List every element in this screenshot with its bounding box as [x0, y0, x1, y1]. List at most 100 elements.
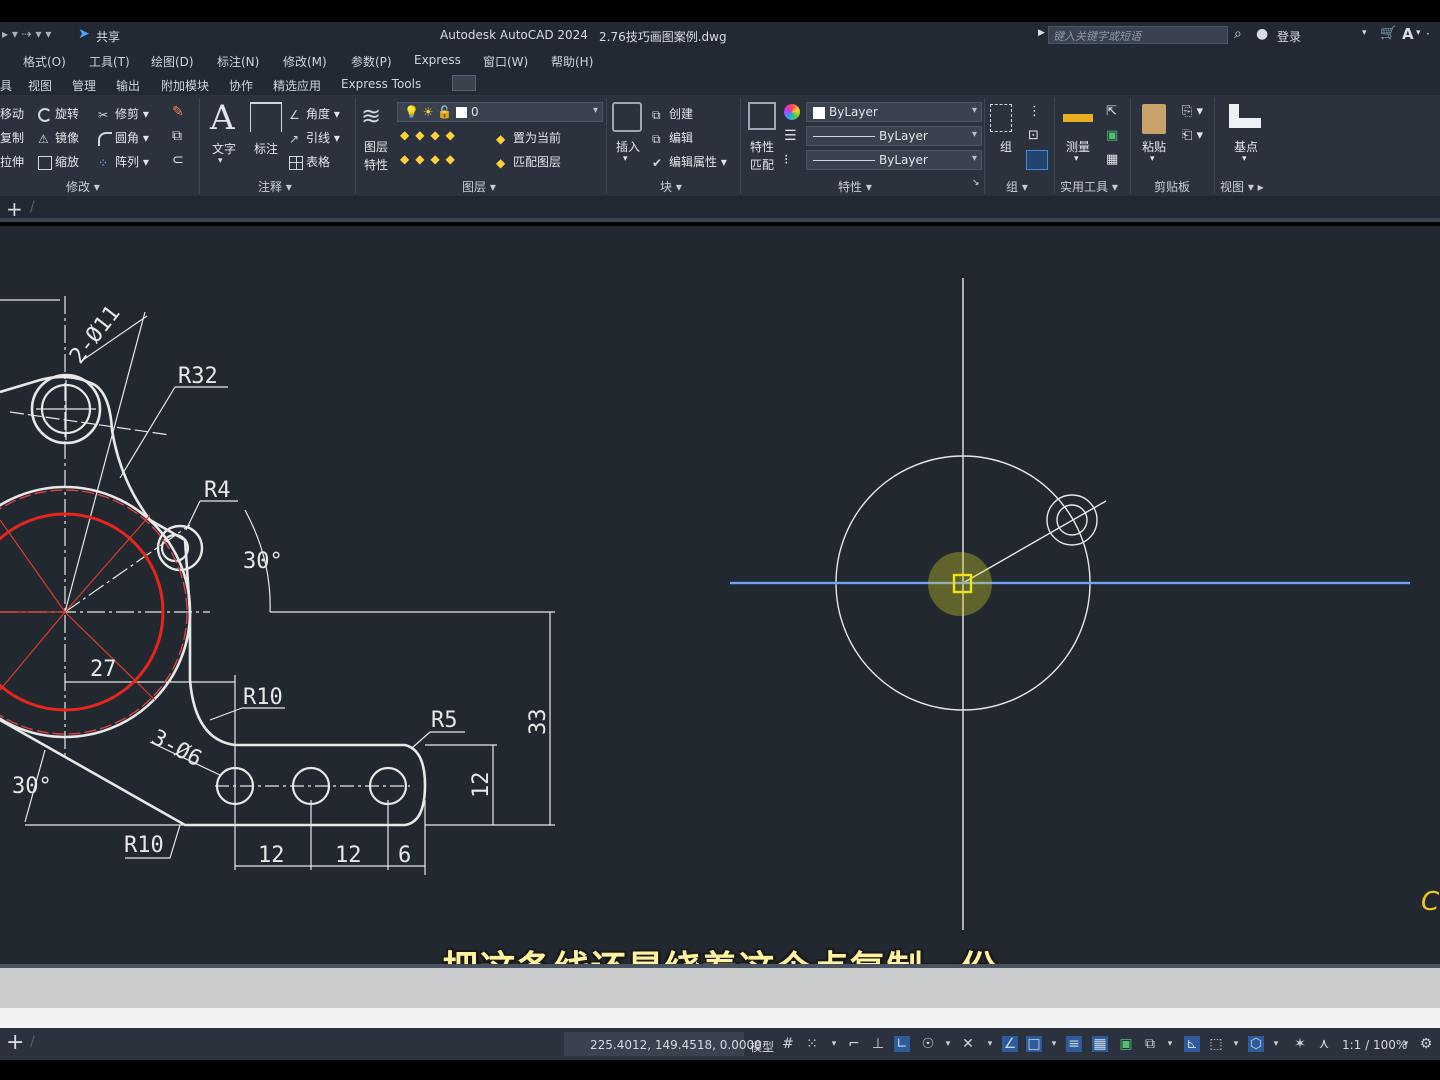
paste-button[interactable]: 粘贴 [1142, 138, 1166, 155]
copy-clip-icon[interactable]: ⧉ [172, 128, 182, 144]
linetype-dropdown[interactable]: ByLayer ▾ [806, 150, 982, 170]
linetype-icon[interactable]: ⁝ [784, 152, 788, 168]
offset-icon[interactable]: ⊂ [172, 152, 184, 168]
layer-tools-row1-icon[interactable]: ◆◆◆◆ [400, 128, 461, 142]
tab-tools[interactable]: 具 [0, 77, 12, 94]
drawing-svg[interactable]: 2-Ø11 R32 R4 30° 27 R10 R5 33 3-Ø6 12 30… [0, 226, 1440, 964]
panel-title-annotation[interactable]: 注释 ▾ [258, 178, 292, 195]
measure-icon[interactable] [1063, 114, 1093, 122]
base-view-icon[interactable] [1229, 104, 1261, 128]
menu-tools[interactable]: 工具(T) [89, 53, 130, 70]
layer-dropdown[interactable]: 💡 ☀ 🔓 0 ▾ [397, 102, 603, 122]
paste-icon[interactable] [1142, 104, 1166, 134]
calculator-icon[interactable]: ▦ [1106, 152, 1118, 167]
selection-cycling-icon[interactable]: ▣ [1118, 1036, 1134, 1052]
panel-title-clipboard[interactable]: 剪贴板 [1154, 178, 1190, 195]
polar-icon[interactable]: ☉ [920, 1036, 936, 1052]
ortho-icon[interactable]: ∟ [894, 1036, 910, 1052]
scale-button[interactable]: 缩放 [38, 153, 79, 170]
layer-tools-row2-icon[interactable]: ◆◆◆◆ [400, 152, 461, 166]
match-properties-line2[interactable]: 匹配 [750, 156, 774, 173]
gizmo-icon[interactable]: ⬡ [1248, 1036, 1264, 1052]
insert-dropdown-icon[interactable]: ▾ [623, 154, 628, 164]
edit-block-button[interactable]: ⧉ 编辑 [652, 129, 693, 146]
dimension-button[interactable]: 标注 [254, 140, 278, 157]
annotation-scale-icon[interactable]: ⋏ [1316, 1036, 1332, 1052]
menu-format[interactable]: 格式(O) [23, 53, 66, 70]
tab-view[interactable]: 视图 [28, 77, 52, 94]
cart-icon[interactable]: 🛒 [1380, 26, 1396, 41]
group-selection-toggle[interactable] [1026, 150, 1048, 170]
command-line-area[interactable] [0, 964, 1440, 1008]
group-edit-icon[interactable]: ⊡ [1028, 128, 1039, 143]
infer-constraints-icon[interactable]: ⌐ [846, 1036, 862, 1052]
menu-parametric[interactable]: 参数(P) [351, 53, 392, 70]
search-icon[interactable]: ⌕ [1234, 26, 1242, 42]
help-icon[interactable]: · [1426, 27, 1430, 41]
color-dropdown[interactable]: ByLayer ▾ [806, 102, 982, 122]
tab-collaborate[interactable]: 协作 [229, 77, 253, 94]
model-space-button[interactable]: 模型 [750, 1038, 774, 1055]
panel-title-modify[interactable]: 修改 ▾ [66, 178, 100, 195]
quick-access-arrows-icon[interactable]: ▸ ▾ ⇢ ▾ ▾ [2, 27, 51, 41]
drawing-canvas[interactable]: 2-Ø11 R32 R4 30° 27 R10 R5 33 3-Ø6 12 30… [0, 226, 1440, 990]
menu-modify[interactable]: 修改(M) [283, 53, 327, 70]
gizmo-dropdown-icon[interactable]: ▾ [1268, 1036, 1284, 1052]
menu-dimension[interactable]: 标注(N) [217, 53, 259, 70]
base-dropdown-icon[interactable]: ▾ [1242, 154, 1247, 164]
trim-button[interactable]: ✂ 修剪 ▾ [98, 105, 149, 122]
object-snap-icon[interactable]: □ [1026, 1036, 1042, 1052]
panel-title-utilities[interactable]: 实用工具 ▾ [1060, 178, 1118, 195]
copy-base-icon[interactable]: ⎗ ▾ [1182, 128, 1203, 143]
transparency-icon[interactable]: ▦ [1092, 1036, 1108, 1052]
share-button[interactable]: 共享 [96, 28, 120, 45]
layer-properties-icon[interactable]: ≋ [361, 102, 391, 132]
scale-dropdown-icon[interactable]: ▾ [1398, 1036, 1414, 1052]
panel-title-block[interactable]: 块 ▾ [660, 178, 682, 195]
move-button[interactable]: 移动 [0, 105, 24, 122]
tab-express-tools[interactable]: Express Tools [341, 77, 421, 91]
tab-addins[interactable]: 附加模块 [161, 77, 209, 94]
panel-title-layers[interactable]: 图层 ▾ [462, 178, 496, 195]
table-button[interactable]: 表格 [289, 153, 330, 170]
select-all-icon[interactable]: ▣ [1106, 128, 1118, 143]
selection-filter-icon[interactable]: ⬚ [1208, 1036, 1224, 1052]
paste-dropdown-icon[interactable]: ▾ [1150, 154, 1155, 164]
array-button[interactable]: ⁘ 阵列 ▾ [98, 153, 149, 170]
ribbon-minimize-icon[interactable] [452, 75, 476, 91]
search-expand-icon[interactable]: ▶ [1038, 28, 1045, 38]
angular-button[interactable]: ∠ 角度 ▾ [289, 105, 340, 122]
object-snap-tracking-icon[interactable]: ∠ [1002, 1036, 1018, 1052]
match-layer-button[interactable]: ◆ 匹配图层 [496, 153, 561, 170]
menu-window[interactable]: 窗口(W) [483, 53, 528, 70]
fillet-button[interactable]: 圆角 ▾ [98, 129, 149, 146]
tab-manage[interactable]: 管理 [72, 77, 96, 94]
text-button[interactable]: 文字 [212, 140, 236, 157]
dynamic-ucs-icon[interactable]: ⊾ [1184, 1036, 1200, 1052]
stretch-button[interactable]: 拉伸 [0, 153, 24, 170]
copy-button[interactable]: 复制 [0, 129, 24, 146]
insert-block-icon[interactable] [612, 102, 642, 132]
snap-icon[interactable]: ⁙ [804, 1036, 820, 1052]
layer-properties-label-line1[interactable]: 图层 [364, 138, 388, 155]
leader-button[interactable]: ↗ 引线 ▾ [289, 129, 340, 146]
lineweight-dropdown[interactable]: ByLayer ▾ [806, 126, 982, 146]
measure-button[interactable]: 测量 [1066, 138, 1090, 155]
group-icon[interactable] [990, 104, 1012, 132]
text-dropdown-icon[interactable]: ▾ [218, 156, 223, 166]
edit-attributes-button[interactable]: ✔ 编辑属性 ▾ [652, 153, 727, 170]
3d-osnap-dropdown-icon[interactable]: ▾ [1162, 1036, 1178, 1052]
copy-clip-icon[interactable]: ⎘ ▾ [1182, 104, 1203, 119]
polar-dropdown-icon[interactable]: ▾ [940, 1036, 956, 1052]
annotation-visibility-icon[interactable]: ✶ [1292, 1036, 1308, 1052]
tab-output[interactable]: 输出 [116, 77, 140, 94]
dimension-icon[interactable] [250, 102, 282, 132]
isodraft-icon[interactable]: ✕ [960, 1036, 976, 1052]
rotate-button[interactable]: 旋转 [38, 105, 79, 122]
erase-icon[interactable]: ✎ [172, 104, 184, 120]
panel-title-properties[interactable]: 特性 ▾ [838, 178, 872, 195]
3d-osnap-icon[interactable]: ⧉ [1142, 1036, 1158, 1052]
autodesk-a-icon[interactable]: A [1402, 25, 1414, 43]
dynamic-input-icon[interactable]: ⊥ [870, 1036, 886, 1052]
lineweight-toggle-icon[interactable]: ≡ [1066, 1036, 1082, 1052]
